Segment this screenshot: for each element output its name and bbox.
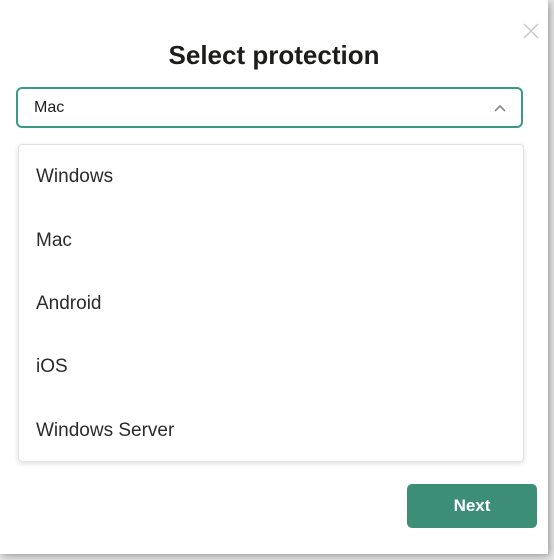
chevron-up-icon: [494, 104, 506, 112]
close-icon: [523, 23, 539, 39]
next-button[interactable]: Next: [407, 484, 537, 528]
option-windows-server[interactable]: Windows Server: [19, 406, 523, 456]
protection-select[interactable]: Mac: [16, 87, 523, 128]
option-ios[interactable]: iOS: [19, 342, 523, 392]
option-android[interactable]: Android: [19, 279, 523, 329]
option-windows[interactable]: Windows: [19, 152, 523, 202]
option-mac[interactable]: Mac: [19, 216, 523, 266]
select-protection-dialog: Select protection Mac Windows Mac Androi…: [0, 0, 548, 554]
protection-dropdown-list: Windows Mac Android iOS Windows Server: [18, 144, 524, 462]
select-value: Mac: [34, 99, 65, 116]
dialog-title: Select protection: [168, 40, 380, 70]
close-button[interactable]: [520, 20, 542, 42]
